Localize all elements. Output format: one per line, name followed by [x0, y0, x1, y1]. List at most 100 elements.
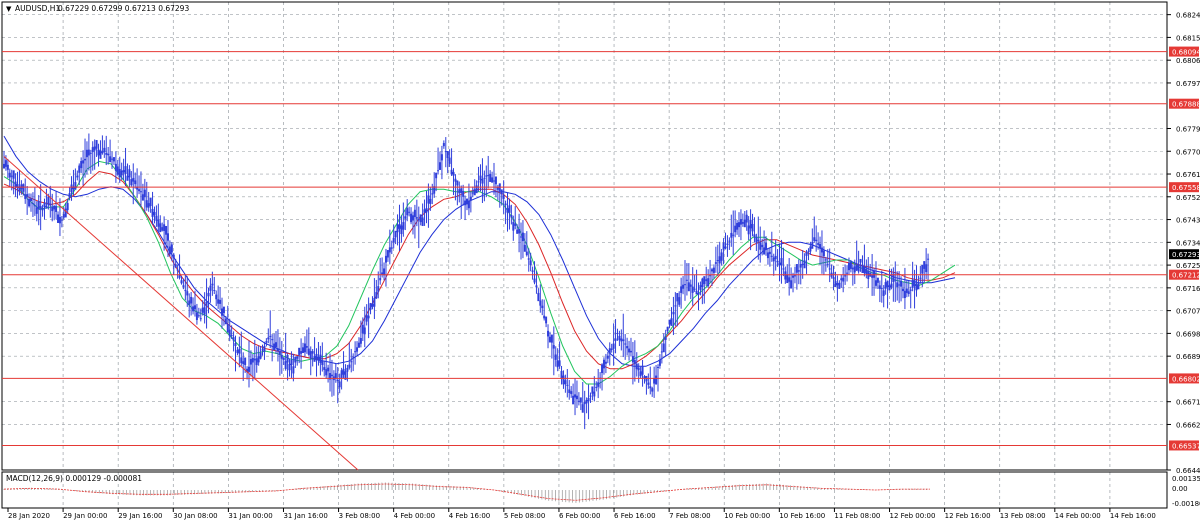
- candle-body: [230, 335, 233, 337]
- candle-body: [292, 366, 295, 374]
- candle-body: [321, 360, 324, 366]
- candle-body: [386, 250, 389, 258]
- candle-body: [836, 283, 839, 286]
- x-tick-label: 13 Feb 08:00: [1000, 512, 1046, 520]
- candle-body: [431, 193, 434, 195]
- candle-body: [570, 391, 573, 395]
- candle-body: [481, 179, 484, 184]
- y-tick-label: 0.67160: [1176, 285, 1200, 293]
- candle-body: [608, 348, 611, 354]
- candle-body: [620, 338, 623, 342]
- candle-body: [211, 283, 214, 286]
- candle-body: [12, 170, 15, 179]
- candle-body: [286, 355, 289, 363]
- candle-body: [724, 246, 727, 249]
- candle-body: [913, 280, 916, 287]
- y-tick-label: 0.68060: [1176, 57, 1200, 65]
- candle-body: [790, 280, 793, 289]
- x-tick-label: 29 Jan 00:00: [63, 512, 107, 520]
- candle-body: [761, 244, 764, 248]
- candle-body: [419, 214, 422, 223]
- candle-body: [757, 239, 760, 242]
- candle-body: [633, 359, 636, 364]
- candle-body: [680, 286, 683, 293]
- candle-body: [421, 217, 424, 227]
- candle-body: [772, 257, 775, 262]
- candle-body: [479, 175, 482, 181]
- candle-body: [132, 177, 135, 182]
- candle-body: [523, 244, 526, 252]
- candle-body: [400, 225, 403, 235]
- candle-body: [282, 357, 285, 360]
- candle-body: [471, 192, 474, 194]
- candle-body: [340, 370, 343, 379]
- candle-body: [257, 356, 260, 363]
- candle-body: [535, 285, 538, 288]
- candle-body: [336, 379, 339, 382]
- candle-body: [784, 271, 787, 280]
- candle-body: [786, 274, 789, 284]
- candle-body: [82, 160, 85, 164]
- candle-body: [165, 225, 168, 235]
- candle-body: [911, 279, 914, 288]
- candle-body: [583, 402, 586, 405]
- candle-body: [356, 347, 359, 352]
- candle-body: [747, 225, 750, 235]
- candle-body: [606, 355, 609, 359]
- candle-body: [265, 341, 268, 343]
- candle-body: [797, 270, 800, 272]
- candle-body: [4, 160, 7, 167]
- candle-body: [305, 346, 308, 348]
- candle-body: [174, 264, 177, 268]
- x-tick-label: 7 Feb 08:00: [669, 512, 710, 520]
- candle-body: [338, 381, 341, 388]
- candle-body: [765, 242, 768, 250]
- candle-body: [792, 275, 795, 278]
- candle-body: [348, 364, 351, 368]
- candle-body: [95, 140, 98, 149]
- candle-body: [363, 327, 366, 335]
- candle-body: [440, 154, 443, 161]
- candle-body: [190, 296, 193, 304]
- candle-body: [53, 205, 56, 210]
- candle-body: [726, 243, 729, 245]
- candle-body: [76, 175, 79, 178]
- candle-body: [427, 195, 430, 204]
- macd-tick-top: 0.001357: [1172, 475, 1200, 483]
- candle-body: [303, 343, 306, 353]
- candle-body: [163, 224, 166, 231]
- candle-body: [691, 286, 694, 293]
- candle-body: [215, 294, 218, 300]
- menu-arrow-icon[interactable]: ▼: [6, 5, 12, 13]
- candle-body: [452, 171, 455, 176]
- candle-body: [508, 205, 511, 213]
- candle-body: [685, 279, 688, 281]
- candle-body: [473, 189, 476, 196]
- candle-body: [462, 190, 465, 197]
- macd-tick-zero: 0.00: [1172, 485, 1188, 493]
- candle-body: [512, 222, 515, 231]
- price-chart-svg[interactable]: 0.68240 0.68150 0.68060 0.67970 0.67790 0.677…: [0, 0, 1200, 524]
- candle-body: [788, 277, 791, 282]
- candle-body: [828, 268, 831, 270]
- chart-window[interactable]: 0.68240 0.68150 0.68060 0.67970 0.67790 0.677…: [0, 0, 1200, 524]
- y-tick-label: 0.67610: [1176, 171, 1200, 179]
- candle-body: [78, 165, 81, 173]
- candle-body: [6, 164, 9, 170]
- candle-body: [300, 351, 303, 354]
- candle-body: [874, 280, 877, 286]
- candle-body: [882, 290, 885, 296]
- candle-body: [801, 263, 804, 266]
- candle-body: [213, 289, 216, 291]
- candle-body: [182, 285, 185, 287]
- candle-body: [925, 264, 928, 273]
- candle-body: [714, 262, 717, 264]
- candle-body: [346, 367, 349, 372]
- candle-body: [923, 261, 926, 269]
- level-tag-label: 0.66537: [1172, 442, 1200, 450]
- candle-body: [539, 300, 542, 306]
- candle-body: [749, 219, 752, 229]
- candle-body: [873, 270, 876, 278]
- candle-body: [172, 254, 175, 259]
- x-tick-label: 10 Feb 16:00: [779, 512, 825, 520]
